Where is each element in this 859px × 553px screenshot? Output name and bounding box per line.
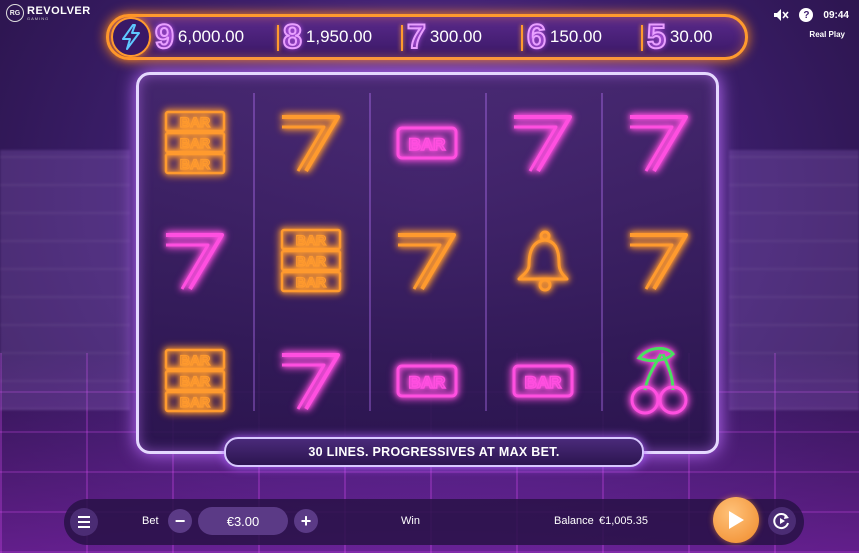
menu-button[interactable] bbox=[70, 508, 98, 536]
reel-window: BAR BAR BAR BAR BAR BAR BAR BAR BAR BAR BAR BAR bbox=[136, 72, 719, 454]
seven-orange-symbol bbox=[387, 221, 467, 301]
play-icon bbox=[729, 511, 744, 529]
lightning-icon bbox=[111, 17, 151, 57]
brand-logo: RG REVOLVER GAMING bbox=[6, 4, 91, 22]
win-label: Win bbox=[401, 515, 420, 527]
balance-label: Balance bbox=[554, 515, 594, 527]
bar-pink-symbol: BAR bbox=[387, 103, 467, 183]
svg-text:BAR: BAR bbox=[296, 274, 326, 290]
help-icon[interactable]: ? bbox=[799, 8, 814, 22]
progressive-value: 300.00 bbox=[429, 27, 482, 46]
progressive-jackpot-bar: 9 6,000.00 8 1,950.00 7 300.00 6 150.00 … bbox=[106, 14, 748, 60]
seven-orange-symbol bbox=[619, 221, 699, 301]
svg-text:BAR: BAR bbox=[409, 373, 446, 392]
bar-pink-symbol: BAR bbox=[387, 341, 467, 421]
seven-pink-symbol bbox=[503, 103, 583, 183]
reel-divider bbox=[369, 93, 371, 411]
svg-text:BAR: BAR bbox=[180, 352, 210, 368]
background-building-right bbox=[729, 150, 859, 410]
cherries-symbol bbox=[619, 341, 699, 421]
seven-pink-symbol bbox=[155, 221, 235, 301]
autoplay-button[interactable] bbox=[768, 507, 796, 535]
balance-value: €1,005.35 bbox=[599, 515, 648, 527]
progressive-digit: 6 bbox=[526, 18, 547, 56]
seven-pink-symbol bbox=[271, 341, 351, 421]
progressive-5: 5 30.00 bbox=[641, 18, 743, 56]
progressive-value: 6,000.00 bbox=[177, 27, 245, 46]
spin-button[interactable] bbox=[713, 497, 759, 543]
play-mode-label: Real Play bbox=[809, 30, 845, 39]
message-bar: 30 LINES. PROGRESSIVES AT MAX BET. bbox=[224, 437, 644, 467]
clock: 09:44 bbox=[823, 9, 849, 21]
svg-text:BAR: BAR bbox=[180, 373, 210, 389]
status-area: ? 09:44 bbox=[773, 8, 849, 22]
progressive-digit: 7 bbox=[406, 18, 427, 56]
autoplay-icon bbox=[773, 513, 789, 530]
seven-pink-symbol bbox=[619, 103, 699, 183]
progressive-value: 1,950.00 bbox=[305, 27, 373, 46]
svg-text:BAR: BAR bbox=[180, 156, 210, 172]
triple-bar-orange-symbol: BAR BAR BAR bbox=[155, 341, 235, 421]
bet-value: €3.00 bbox=[198, 507, 288, 535]
progressive-value: 30.00 bbox=[669, 27, 713, 46]
svg-text:BAR: BAR bbox=[180, 114, 210, 130]
bar-pink-symbol: BAR bbox=[503, 341, 583, 421]
progressive-6: 6 150.00 bbox=[521, 18, 635, 56]
reel-divider bbox=[485, 93, 487, 411]
bet-increase-button[interactable]: + bbox=[294, 509, 318, 533]
triple-bar-orange-symbol: BAR BAR BAR bbox=[155, 103, 235, 183]
seven-orange-symbol bbox=[271, 103, 351, 183]
bell-orange-symbol bbox=[503, 221, 583, 301]
svg-text:BAR: BAR bbox=[296, 253, 326, 269]
triple-bar-orange-symbol: BAR BAR BAR bbox=[271, 221, 351, 301]
progressive-digit: 8 bbox=[282, 18, 303, 56]
progressive-9: 9 6,000.00 bbox=[154, 18, 273, 56]
progressive-8: 8 1,950.00 bbox=[277, 18, 395, 56]
mute-icon[interactable] bbox=[773, 8, 790, 22]
svg-text:BAR: BAR bbox=[296, 232, 326, 248]
logo-name: REVOLVER bbox=[27, 4, 91, 17]
reel-divider bbox=[253, 93, 255, 411]
svg-text:BAR: BAR bbox=[409, 135, 446, 154]
svg-text:BAR: BAR bbox=[180, 394, 210, 410]
logo-badge: RG bbox=[6, 4, 24, 22]
svg-text:BAR: BAR bbox=[180, 135, 210, 151]
progressive-digit: 9 bbox=[154, 18, 175, 56]
background-building-left bbox=[0, 150, 130, 410]
reel-divider bbox=[601, 93, 603, 411]
bet-decrease-button[interactable]: − bbox=[168, 509, 192, 533]
bet-label: Bet bbox=[142, 515, 159, 527]
svg-text:BAR: BAR bbox=[525, 373, 562, 392]
progressive-7: 7 300.00 bbox=[401, 18, 515, 56]
progressive-value: 150.00 bbox=[549, 27, 602, 46]
progressive-digit: 5 bbox=[646, 18, 667, 56]
